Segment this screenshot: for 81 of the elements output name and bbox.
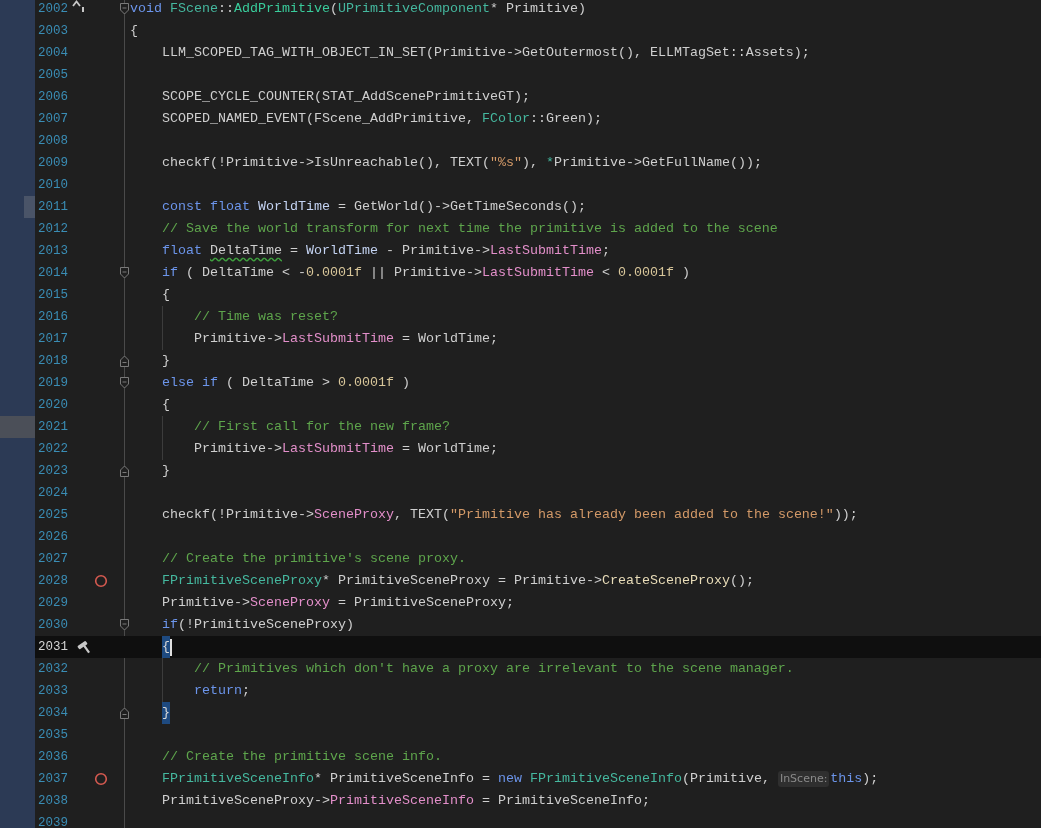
line-number: 2027	[37, 551, 68, 568]
code-text: this);	[830, 770, 879, 788]
code-line: Primitive->LastSubmitTime = WorldTime;	[194, 330, 498, 348]
line-number: 2007	[37, 111, 68, 128]
breakpoint-icon[interactable]	[94, 772, 108, 786]
code-text: FPrimitiveSceneInfo* PrimitiveSceneInfo = new FPrimitiveSceneInfo(Primitive,	[162, 770, 771, 788]
code-line: SCOPED_NAMED_EVENT(FScene_AddPrimitive, FColor::Green);	[162, 110, 602, 128]
line-number: 2011	[37, 199, 68, 216]
inlay-hint: InScene:	[777, 771, 830, 787]
line-number: 2036	[37, 749, 68, 766]
line-number: 2032	[37, 661, 68, 678]
line-number: 2023	[37, 463, 68, 480]
fold-toggle-icon[interactable]	[120, 267, 129, 279]
code-line: checkf(!Primitive->IsUnreachable(), TEXT("%s"), *Primitive->GetFullName());	[162, 154, 762, 172]
fold-toggle-icon[interactable]	[120, 707, 129, 719]
fold-toggle-icon[interactable]	[120, 377, 129, 389]
line-number: 2010	[37, 177, 68, 194]
line-number: 2024	[37, 485, 68, 502]
code-line: if(!PrimitiveSceneProxy)	[162, 616, 354, 634]
code-line: // Time was reset?	[194, 308, 338, 326]
line-number: 2029	[37, 595, 68, 612]
line-number: 2008	[37, 133, 68, 150]
code-line: return;	[194, 682, 250, 700]
line-number: 2033	[37, 683, 68, 700]
fold-toggle-icon[interactable]	[120, 619, 129, 631]
matched-brace: {	[162, 636, 170, 658]
code-line: // Primitives which don't have a proxy are irrelevant to the scene manager.	[194, 660, 794, 678]
line-number: 2037	[37, 771, 68, 788]
line-number: 2035	[37, 727, 68, 744]
line-number: 2018	[37, 353, 68, 370]
code-line: Primitive->LastSubmitTime = WorldTime;	[194, 440, 498, 458]
line-number: 2016	[37, 309, 68, 326]
code-line: float DeltaTime = WorldTime - Primitive->LastSubmitTime;	[162, 242, 610, 260]
line-number: 2028	[37, 573, 68, 590]
code-line: PrimitiveSceneProxy->PrimitiveSceneInfo = PrimitiveSceneInfo;	[162, 792, 650, 810]
code-line: // Create the primitive scene info.	[162, 748, 442, 766]
code-line: // Save the world transform for next time the primitive is added to the scene	[162, 220, 778, 238]
line-number: 2017	[37, 331, 68, 348]
code-line: {	[130, 22, 138, 40]
matched-brace: }	[162, 702, 170, 724]
code-line: {	[162, 396, 170, 414]
line-number: 2034	[37, 705, 68, 722]
code-line: FPrimitiveSceneProxy* PrimitiveSceneProxy = Primitive->CreateSceneProxy();	[162, 572, 754, 590]
line-number: 2014	[37, 265, 68, 282]
line-number: 2038	[37, 793, 68, 810]
line-number: 2020	[37, 397, 68, 414]
code-line: {	[162, 286, 170, 304]
line-number: 2021	[37, 419, 68, 436]
code-line: }	[162, 352, 170, 370]
code-line: // First call for the new frame?	[194, 418, 450, 436]
code-line: if ( DeltaTime < -0.0001f || Primitive->LastSubmitTime < 0.0001f )	[162, 264, 690, 282]
code-line: void FScene::AddPrimitive(UPrimitiveComponent* Primitive)	[130, 0, 586, 18]
fold-toggle-icon[interactable]	[120, 355, 129, 367]
code-line: else if ( DeltaTime > 0.0001f )	[162, 374, 410, 392]
code-line: Primitive->SceneProxy = PrimitiveSceneProxy;	[162, 594, 514, 612]
line-number: 2004	[37, 45, 68, 62]
line-number: 2031	[37, 639, 68, 656]
line-number: 2039	[37, 815, 68, 828]
line-number: 2003	[37, 23, 68, 40]
line-number: 2005	[37, 67, 68, 84]
line-number: 2015	[37, 287, 68, 304]
up-arrow-icon[interactable]	[71, 0, 85, 13]
line-number: 2002	[37, 1, 68, 18]
line-number: 2013	[37, 243, 68, 260]
fold-toggle-icon[interactable]	[120, 465, 129, 477]
line-number: 2030	[37, 617, 68, 634]
breakpoint-icon[interactable]	[94, 574, 108, 588]
line-number: 2022	[37, 441, 68, 458]
line-number: 2012	[37, 221, 68, 238]
code-line: checkf(!Primitive->SceneProxy, TEXT("Primitive has already been added to the scene!"));	[162, 506, 858, 524]
line-number: 2026	[37, 529, 68, 546]
code-line: }	[162, 462, 170, 480]
fold-toggle-icon[interactable]	[120, 3, 129, 15]
line-number: 2006	[37, 89, 68, 106]
line-number: 2019	[37, 375, 68, 392]
code-line: const float WorldTime = GetWorld()->GetTimeSeconds();	[162, 198, 586, 216]
code-line: LLM_SCOPED_TAG_WITH_OBJECT_IN_SET(Primitive->GetOutermost(), ELLMTagSet::Assets);	[162, 44, 810, 62]
line-number: 2025	[37, 507, 68, 524]
code-line: // Create the primitive's scene proxy.	[162, 550, 466, 568]
line-number: 2009	[37, 155, 68, 172]
code-line: SCOPE_CYCLE_COUNTER(STAT_AddScenePrimitiveGT);	[162, 88, 530, 106]
